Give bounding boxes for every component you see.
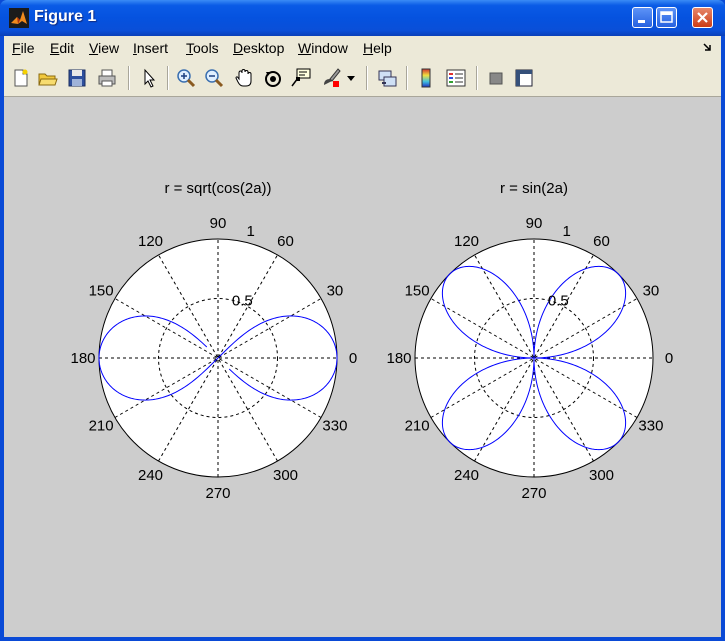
chart-title: r = sin(2a): [500, 180, 568, 197]
angle-tick-label: 180: [386, 350, 411, 367]
angle-tick-label: 300: [589, 467, 614, 484]
minimize-icon: [638, 20, 645, 23]
radius-tick-label: 1: [562, 223, 570, 240]
matlab-icon: [9, 8, 29, 28]
figure-window: Figure 1 File Edit View Insert Tools Des…: [0, 0, 725, 641]
angle-tick-label: 90: [210, 215, 227, 232]
angle-tick-label: 330: [322, 418, 347, 435]
radius-tick-label: 0.5: [548, 292, 569, 309]
maximize-icon: [660, 11, 673, 23]
angle-tick-label: 30: [327, 283, 344, 300]
close-icon: [697, 12, 708, 23]
angle-tick-label: 150: [89, 283, 114, 300]
angle-tick-label: 240: [454, 467, 479, 484]
angle-tick-label: 210: [89, 418, 114, 435]
angle-tick-label: 60: [593, 233, 610, 250]
window-title: Figure 1: [34, 8, 97, 25]
figure-canvas: 03060901201501802102402703003300.51r = s…: [70, 180, 673, 502]
minimize-button[interactable]: [632, 7, 653, 28]
angle-tick-label: 90: [526, 215, 543, 232]
angle-tick-label: 150: [405, 283, 430, 300]
radius-tick-label: 1: [246, 223, 254, 240]
angle-tick-label: 330: [638, 418, 663, 435]
polar-axes-2: 0 30 60 90 120 150 180 210 240 270 300 330 0.5 1 r = s…: [386, 180, 673, 502]
figure-client-area: File Edit View Insert Tools Desktop Wind…: [4, 36, 721, 637]
angle-tick-label: 240: [138, 467, 163, 484]
polar-axes-1: 0 30 60 90 120 150 180 210 240 270 300 330 0.5 1 r = s…: [70, 180, 357, 502]
angle-tick-label: 270: [521, 485, 546, 502]
chart-title: r = sqrt(cos(2a)): [164, 180, 271, 197]
close-button[interactable]: [692, 7, 713, 28]
angle-tick-label: 30: [643, 283, 660, 300]
radius-tick-label: 0.5: [232, 292, 253, 309]
maximize-button[interactable]: [656, 7, 677, 28]
title-bar[interactable]: Figure 1: [0, 0, 725, 36]
angle-tick-label: 210: [405, 418, 430, 435]
angle-tick-label: 120: [138, 233, 163, 250]
angle-tick-label: 300: [273, 467, 298, 484]
angle-tick-label: 180: [70, 350, 95, 367]
angle-tick-label: 0: [349, 350, 357, 367]
angle-tick-label: 0: [665, 350, 673, 367]
angle-tick-label: 270: [205, 485, 230, 502]
angle-tick-label: 60: [277, 233, 294, 250]
angle-tick-label: 120: [454, 233, 479, 250]
